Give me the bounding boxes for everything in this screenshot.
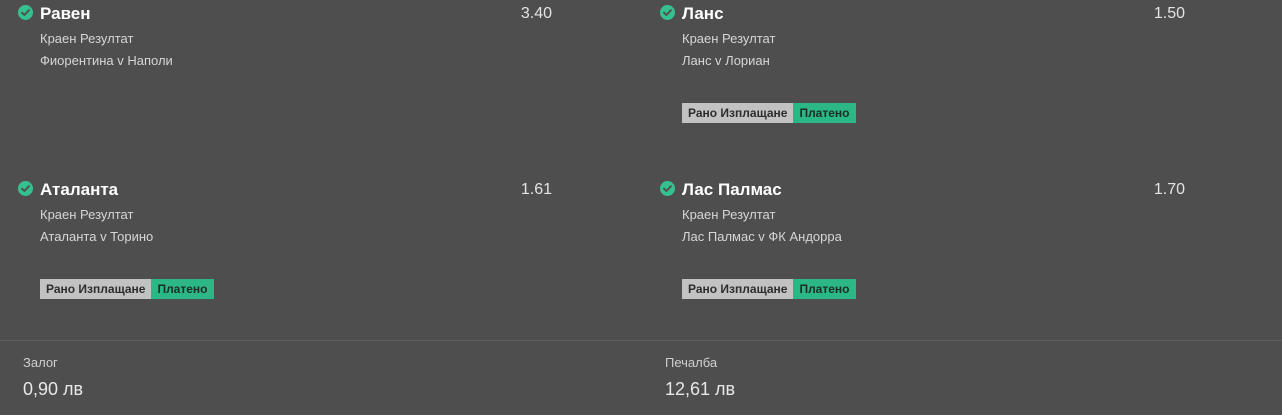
bet-selection: Равен 3.40 Краен Резултат Фиорентина v Н…: [18, 4, 558, 164]
bet-selection: Аталанта 1.61 Краен Резултат Аталанта v …: [18, 180, 558, 340]
paid-badge: Платено: [151, 279, 214, 299]
selection-name: Ланс: [682, 4, 724, 23]
selection-market: Краен Резултат: [40, 31, 134, 46]
selection-market: Краен Резултат: [682, 207, 776, 222]
selection-event: Ланс v Лориан: [682, 53, 770, 68]
paid-badge: Платено: [793, 279, 856, 299]
stake-summary: Залог 0,90 лв: [23, 355, 83, 400]
status-badges: Рано Изплащане Платено: [682, 279, 856, 299]
early-payout-badge: Рано Изплащане: [40, 279, 152, 299]
winnings-label: Печалба: [665, 355, 718, 370]
status-badges: Рано Изплащане Платено: [40, 279, 214, 299]
selection-market: Краен Резултат: [682, 31, 776, 46]
selection-event: Аталанта v Торино: [40, 229, 154, 244]
check-circle-icon: [660, 181, 675, 196]
check-circle-icon: [18, 5, 33, 20]
selection-odds: 1.50: [1153, 5, 1185, 22]
stake-value: 0,90 лв: [23, 379, 84, 399]
divider: [0, 340, 1282, 341]
winnings-value: 12,61 лв: [665, 379, 736, 399]
selection-name: Лас Палмас: [682, 180, 782, 199]
selection-event: Фиорентина v Наполи: [40, 53, 173, 68]
early-payout-badge: Рано Изплащане: [682, 279, 794, 299]
check-circle-icon: [18, 181, 33, 196]
paid-badge: Платено: [793, 103, 856, 123]
check-circle-icon: [660, 5, 675, 20]
winnings-summary: Печалба 12,61 лв: [665, 355, 735, 400]
selection-market: Краен Резултат: [40, 207, 134, 222]
stake-label: Залог: [23, 355, 58, 370]
selection-odds: 1.70: [1153, 181, 1185, 198]
selection-event: Лас Палмас v ФК Андорра: [682, 229, 842, 244]
bet-selection: Лас Палмас 1.70 Краен Резултат Лас Палма…: [660, 180, 1200, 340]
status-badges: Рано Изплащане Платено: [682, 103, 856, 123]
selection-name: Аталанта: [40, 180, 119, 199]
selection-odds: 3.40: [520, 5, 552, 22]
selection-odds: 1.61: [520, 181, 552, 198]
selection-name: Равен: [40, 4, 91, 23]
bet-selection: Ланс 1.50 Краен Резултат Ланс v Лориан Р…: [660, 4, 1200, 164]
early-payout-badge: Рано Изплащане: [682, 103, 794, 123]
